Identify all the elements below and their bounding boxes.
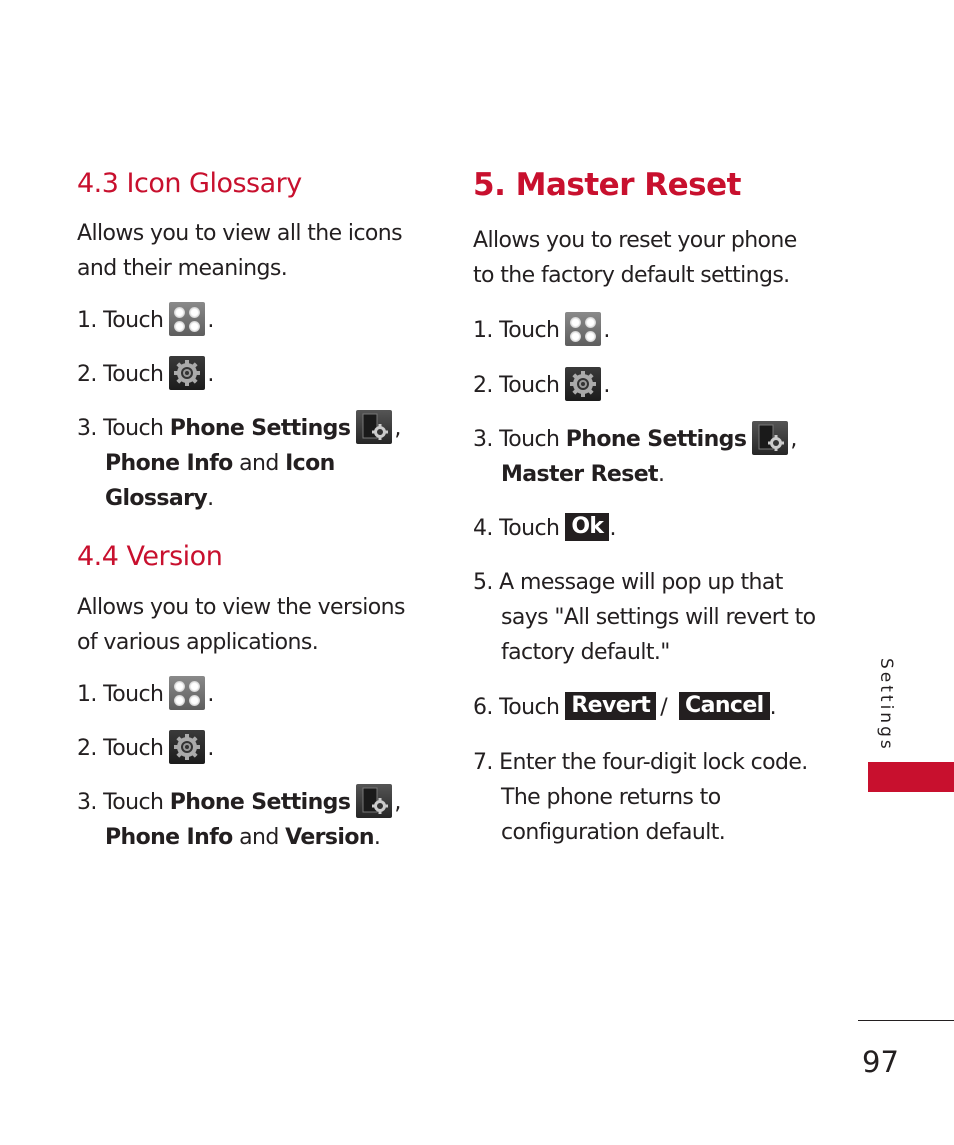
revert-button-glyph: Revert <box>565 692 657 720</box>
icon-glossary-intro: Allows you to view all the icons and the… <box>77 221 403 281</box>
icon-glossary-step-2: 2. Touch. <box>77 356 214 392</box>
gear-icon <box>565 367 602 401</box>
master-reset-step-2: 2. Touch. <box>473 367 610 403</box>
section-heading-master-reset: 5. Master Reset <box>473 167 741 203</box>
master-reset-step-4: 4. Touch Ok. <box>473 513 617 541</box>
side-tab-label: Settings <box>876 658 896 752</box>
footer-rule <box>858 1020 954 1021</box>
master-reset-step-3: 3. Touch Phone Settings, Master Reset. <box>473 421 797 492</box>
master-reset-step-7: 7. Enter the four-digit lock code. The p… <box>473 750 808 845</box>
section-heading-version: 4.4 Version <box>77 541 223 572</box>
master-reset-step-6: 6. Touch Revert / Cancel. <box>473 692 777 720</box>
side-tab-marker <box>868 762 954 792</box>
version-step-2: 2. Touch. <box>77 730 214 766</box>
menu-grid-icon <box>169 302 206 336</box>
icon-glossary-step-1: 1. Touch. <box>77 302 214 338</box>
master-reset-step-5: 5. A message will pop up that says "All … <box>473 570 816 665</box>
menu-grid-icon <box>565 312 602 346</box>
phone-settings-icon <box>752 421 789 455</box>
gear-icon <box>169 730 206 764</box>
icon-glossary-step-3: 3. Touch Phone Settings, Phone Info and … <box>77 410 401 516</box>
gear-icon <box>169 356 206 390</box>
master-reset-intro: Allows you to reset your phone to the fa… <box>473 228 797 288</box>
version-step-3: 3. Touch Phone Settings, Phone Info and … <box>77 784 401 855</box>
menu-grid-icon <box>169 676 206 710</box>
phone-settings-icon <box>356 784 393 818</box>
cancel-button-glyph: Cancel <box>679 692 770 720</box>
version-step-1: 1. Touch. <box>77 676 214 712</box>
version-intro: Allows you to view the versions of vario… <box>77 595 405 655</box>
phone-settings-icon <box>356 410 393 444</box>
master-reset-step-1: 1. Touch. <box>473 312 610 348</box>
page-number: 97 <box>862 1045 899 1079</box>
ok-button-glyph: Ok <box>565 513 610 541</box>
section-heading-icon-glossary: 4.3 Icon Glossary <box>77 168 302 199</box>
